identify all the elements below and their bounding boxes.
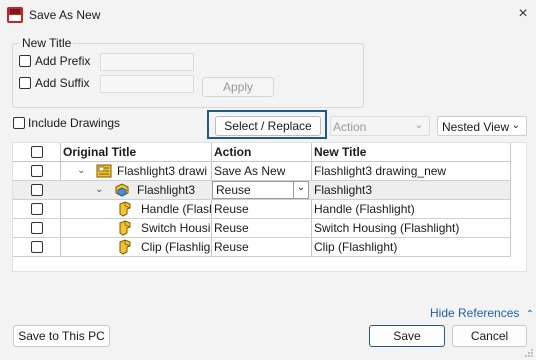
action-select-value: Action <box>333 120 367 134</box>
include-drawings-checkbox[interactable] <box>13 117 25 129</box>
new-title-cell[interactable]: Handle (Flashlight) <box>314 200 415 218</box>
save-to-pc-button[interactable]: Save to This PC <box>13 325 110 347</box>
chevron-down-icon[interactable]: ⌄ <box>95 184 103 195</box>
app-logo-icon <box>7 7 23 23</box>
view-select[interactable]: Nested View ⌄ <box>437 116 527 136</box>
row-checkbox[interactable] <box>31 203 43 215</box>
original-title-cell: Flashlight3 <box>137 183 196 197</box>
new-title-cell[interactable]: Flashlight3 drawing_new <box>314 162 446 180</box>
action-cell[interactable]: Save As New <box>214 162 285 180</box>
row-checkbox[interactable] <box>31 165 43 177</box>
add-prefix-label: Add Prefix <box>35 54 91 68</box>
column-divider <box>510 143 511 257</box>
part-icon <box>119 201 131 217</box>
row-checkbox[interactable] <box>31 241 43 253</box>
new-title-cell[interactable]: Clip (Flashlight) <box>314 238 397 256</box>
chevron-down-icon[interactable]: ⌄ <box>77 165 85 176</box>
action-select[interactable]: Action ⌄ <box>330 116 430 136</box>
original-title-cell: Handle (Flash <box>141 202 211 216</box>
apply-button[interactable]: Apply <box>202 77 274 97</box>
chevron-up-icon: ⌃ <box>525 309 535 320</box>
action-dropdown[interactable]: Reuse ⌄ <box>212 181 309 199</box>
table-row[interactable]: Clip (Flashlig Reuse Clip (Flashlight) <box>13 238 510 257</box>
column-header-original-title[interactable]: Original Title <box>63 143 136 161</box>
action-cell[interactable]: Reuse <box>214 238 249 256</box>
new-title-cell[interactable]: Flashlight3 <box>314 181 372 199</box>
row-checkbox[interactable] <box>31 222 43 234</box>
row-checkbox[interactable] <box>31 184 43 196</box>
assembly-icon <box>115 183 129 197</box>
references-table: Original Title Action New Title ⌄ Flashl… <box>12 142 527 272</box>
original-title-cell: Clip (Flashlig <box>141 240 211 254</box>
add-prefix-checkbox[interactable] <box>19 55 31 67</box>
drawing-icon <box>96 164 112 178</box>
table-row[interactable]: ⌄ Flashlight3 drawi Save As New Flashlig… <box>13 162 510 181</box>
select-all-checkbox[interactable] <box>31 146 43 158</box>
table-row[interactable]: Switch Housi Reuse Switch Housing (Flash… <box>13 219 510 238</box>
window-title: Save As New <box>29 8 101 22</box>
view-select-value: Nested View <box>442 120 510 134</box>
save-button[interactable]: Save <box>369 325 445 347</box>
cancel-button[interactable]: Cancel <box>452 325 527 347</box>
hide-references-label: Hide References <box>430 306 520 320</box>
chevron-down-icon[interactable]: ⌄ <box>293 182 308 198</box>
original-title-cell: Flashlight3 drawi <box>117 164 208 178</box>
table-row[interactable]: Handle (Flash Reuse Handle (Flashlight) <box>13 200 510 219</box>
action-dropdown-value: Reuse <box>216 183 251 197</box>
original-title-cell: Switch Housi <box>141 221 211 235</box>
add-suffix-label: Add Suffix <box>35 76 90 90</box>
resize-grip-icon[interactable] <box>524 348 534 358</box>
table-row[interactable]: ⌄ Flashlight3 Reuse ⌄ Flashlight3 <box>13 181 510 200</box>
chevron-down-icon: ⌄ <box>414 120 423 131</box>
select-replace-button[interactable]: Select / Replace <box>215 116 321 136</box>
prefix-input[interactable] <box>100 53 194 71</box>
part-icon <box>119 220 131 236</box>
new-title-cell[interactable]: Switch Housing (Flashlight) <box>314 219 459 237</box>
column-header-action[interactable]: Action <box>214 143 251 161</box>
add-suffix-checkbox[interactable] <box>19 77 31 89</box>
action-cell[interactable]: Reuse <box>214 200 249 218</box>
new-title-legend: New Title <box>20 36 74 50</box>
hide-references-link[interactable]: Hide References ⌃ <box>430 306 534 320</box>
suffix-input[interactable] <box>100 75 194 93</box>
part-icon <box>119 239 131 255</box>
column-header-new-title[interactable]: New Title <box>314 143 366 161</box>
action-cell[interactable]: Reuse <box>214 219 249 237</box>
chevron-down-icon: ⌄ <box>511 120 520 131</box>
include-drawings-label: Include Drawings <box>28 116 121 130</box>
close-icon[interactable]: × <box>513 5 533 25</box>
